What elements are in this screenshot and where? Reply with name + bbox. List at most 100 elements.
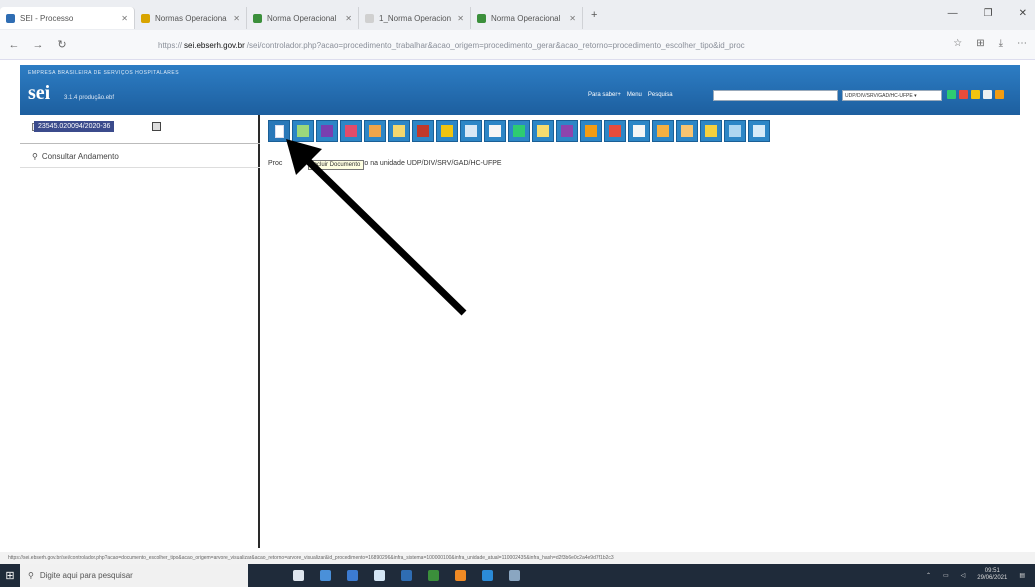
system-tray: ⌃ ▭ ◁ 09:51 29/06/2021 ▤ bbox=[926, 568, 1025, 582]
tray-chevron-icon[interactable]: ⌃ bbox=[926, 572, 931, 579]
unit-select[interactable]: UDP/DIV/SRV/GAD/HC-UFPE ▾ bbox=[842, 90, 942, 101]
taskbar-apps bbox=[293, 570, 520, 581]
marcador-button[interactable] bbox=[604, 120, 626, 142]
reload-icon[interactable]: ↻ bbox=[52, 38, 72, 51]
close-window-button[interactable]: ✕ bbox=[1019, 8, 1027, 19]
header-action-icon[interactable] bbox=[983, 90, 992, 99]
new-tab-button[interactable]: + bbox=[591, 9, 597, 21]
concluir-icon bbox=[705, 125, 717, 137]
close-tab-icon[interactable]: ✕ bbox=[233, 14, 240, 23]
volume-icon[interactable]: ◁ bbox=[961, 572, 966, 579]
sei-header: EMPRESA BRASILEIRA DE SERVIÇOS HOSPITALA… bbox=[20, 65, 1020, 115]
browser-tab[interactable]: Norma Operacional nº 02/2011 ✕ bbox=[247, 7, 359, 29]
anotacao-button[interactable] bbox=[532, 120, 554, 142]
grade-icon bbox=[729, 125, 741, 137]
header-action-icon[interactable] bbox=[971, 90, 980, 99]
clock-time: 09:51 bbox=[984, 568, 1000, 574]
pasta-button[interactable] bbox=[652, 120, 674, 142]
header-icons bbox=[947, 90, 1004, 99]
header-links: Para saber+ Menu Pesquisa bbox=[588, 92, 673, 98]
enviar-button[interactable] bbox=[508, 120, 530, 142]
duplicar-icon bbox=[561, 125, 573, 137]
marcador-icon bbox=[609, 125, 621, 137]
taskbar-search-placeholder: Digite aqui para pesquisar bbox=[39, 571, 133, 580]
link-para-saber[interactable]: Para saber+ bbox=[588, 92, 621, 98]
link-pesquisa[interactable]: Pesquisa bbox=[648, 92, 673, 98]
maximize-button[interactable]: ❐ bbox=[984, 8, 993, 19]
taskbar-app-icon[interactable] bbox=[482, 570, 493, 581]
tab-favicon-icon bbox=[253, 13, 262, 23]
consultar-andamento-link[interactable]: ⚲ Consultar Andamento bbox=[32, 152, 119, 161]
tab-label: Normas Operacionais DSP - Ir bbox=[155, 13, 227, 23]
taskbar-app-icon[interactable] bbox=[374, 570, 385, 581]
taskbar-app-icon[interactable] bbox=[509, 570, 520, 581]
divider bbox=[20, 167, 260, 168]
tab-label: 1_Norma Operacional nº 02_2011 bbox=[379, 13, 452, 23]
gerar-pdf-button[interactable] bbox=[580, 120, 602, 142]
browser-tab[interactable]: 1_Norma Operacional nº 02_2011 ✕ bbox=[359, 7, 471, 29]
concluir-button[interactable] bbox=[700, 120, 722, 142]
bloco-button[interactable] bbox=[484, 120, 506, 142]
taskbar-app-icon[interactable] bbox=[455, 570, 466, 581]
url-prefix: https:// bbox=[158, 40, 183, 50]
duplicar-button[interactable] bbox=[556, 120, 578, 142]
taskbar-app-icon[interactable] bbox=[293, 570, 304, 581]
taskbar-app-icon[interactable] bbox=[347, 570, 358, 581]
sei-version: 3.1.4 produção.ebf bbox=[64, 95, 115, 101]
bloco-icon bbox=[489, 125, 501, 137]
tab-label: Norma Operacional nº 02/2011 bbox=[267, 13, 339, 23]
downloads-icon[interactable]: ⤓ bbox=[999, 38, 1003, 49]
close-tab-icon[interactable]: ✕ bbox=[121, 14, 128, 23]
back-icon[interactable]: ← bbox=[4, 39, 24, 51]
pesquisar-button[interactable] bbox=[748, 120, 770, 142]
enviar-icon bbox=[513, 125, 525, 137]
tab-favicon-icon bbox=[6, 13, 15, 23]
clock[interactable]: 09:51 29/06/2021 bbox=[977, 568, 1007, 582]
tab-favicon-icon bbox=[365, 13, 374, 23]
notifications-icon[interactable]: ▤ bbox=[1019, 572, 1025, 579]
process-tree-pane: 23545.020094/2020-36 ⚲ Consultar Andamen… bbox=[20, 115, 260, 548]
forward-icon[interactable]: → bbox=[28, 39, 48, 51]
email-button[interactable] bbox=[676, 120, 698, 142]
close-tab-icon[interactable]: ✕ bbox=[345, 14, 352, 23]
modelos-button[interactable] bbox=[628, 120, 650, 142]
more-icon[interactable]: ⋯ bbox=[1017, 38, 1027, 49]
header-action-icon[interactable] bbox=[995, 90, 1004, 99]
status-bar-url: https://sei.ebserh.gov.br/sei/controlado… bbox=[0, 552, 1035, 564]
search-input[interactable] bbox=[713, 90, 838, 101]
tab-favicon-icon bbox=[477, 13, 486, 23]
favorites-icon[interactable]: ☆ bbox=[953, 38, 962, 49]
taskbar-app-icon[interactable] bbox=[428, 570, 439, 581]
url-host: sei.ebserh.gov.br bbox=[184, 40, 245, 50]
grade-button[interactable] bbox=[724, 120, 746, 142]
taskbar-search[interactable]: ⚲ Digite aqui para pesquisar bbox=[20, 564, 248, 587]
collections-icon[interactable]: ⊞ bbox=[976, 38, 984, 49]
consultar-label: Consultar Andamento bbox=[41, 152, 119, 161]
browser-tab[interactable]: SEI - Processo ✕ bbox=[0, 7, 135, 29]
close-tab-icon[interactable]: ✕ bbox=[569, 14, 576, 23]
process-status-icon[interactable] bbox=[152, 122, 161, 131]
browser-tab[interactable]: Norma Operacional nº 02/2011 ✕ bbox=[471, 7, 583, 29]
windows-start-icon[interactable]: ⊞ bbox=[0, 564, 20, 587]
email-icon bbox=[681, 125, 693, 137]
status-prefix: Proc bbox=[268, 160, 283, 167]
sei-logo[interactable]: sei bbox=[28, 82, 50, 105]
header-action-icon[interactable] bbox=[959, 90, 968, 99]
taskbar-app-icon[interactable] bbox=[401, 570, 412, 581]
close-tab-icon[interactable]: ✕ bbox=[457, 14, 464, 23]
url-field[interactable]: https:// sei.ebserh.gov.br /sei/controla… bbox=[158, 37, 878, 53]
taskbar-app-icon[interactable] bbox=[320, 570, 331, 581]
link-menu[interactable]: Menu bbox=[627, 92, 642, 98]
modelos-icon bbox=[633, 125, 645, 137]
windows-taskbar: ⊞ ⚲ Digite aqui para pesquisar ⌃ ▭ ◁ 09:… bbox=[0, 564, 1035, 587]
gerar-pdf-icon bbox=[585, 125, 597, 137]
process-number[interactable]: 23545.020094/2020-36 bbox=[34, 121, 115, 132]
minimize-button[interactable]: — bbox=[948, 8, 958, 19]
header-action-icon[interactable] bbox=[947, 90, 956, 99]
network-icon[interactable]: ▭ bbox=[943, 572, 949, 579]
browser-tab[interactable]: Normas Operacionais DSP - Ir ✕ bbox=[135, 7, 247, 29]
pasta-icon bbox=[657, 125, 669, 137]
browser-tab-bar: SEI - Processo✕Normas Operacionais DSP -… bbox=[0, 0, 1035, 30]
screenshot: SEI - Processo✕Normas Operacionais DSP -… bbox=[0, 0, 1035, 587]
pesquisar-icon bbox=[753, 125, 765, 137]
